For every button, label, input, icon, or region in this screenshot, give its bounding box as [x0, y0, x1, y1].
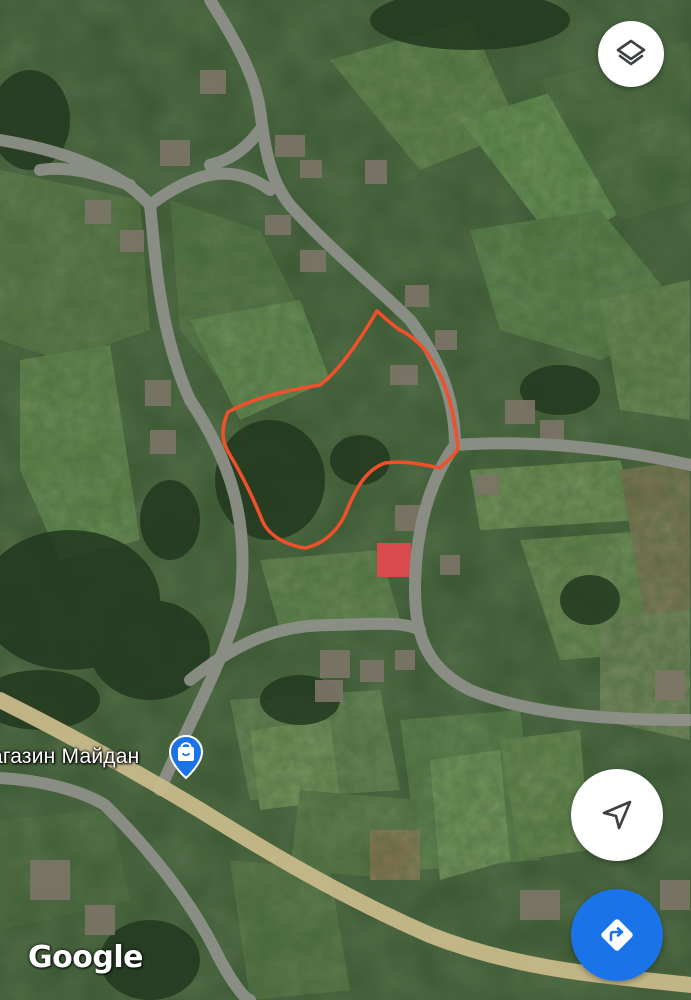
- google-logo: Google: [28, 940, 143, 975]
- poi-shop[interactable]: агазин Майдан: [0, 734, 204, 780]
- red-roof-building: [377, 543, 411, 577]
- navigation-arrow-icon: [602, 800, 632, 830]
- layers-icon: [616, 39, 646, 66]
- directions-icon: [601, 919, 633, 951]
- shopping-bag-icon[interactable]: [168, 734, 204, 780]
- my-location-button[interactable]: [571, 769, 663, 861]
- poi-label[interactable]: агазин Майдан: [0, 745, 139, 769]
- layers-button[interactable]: [598, 21, 664, 87]
- directions-button[interactable]: [571, 889, 663, 981]
